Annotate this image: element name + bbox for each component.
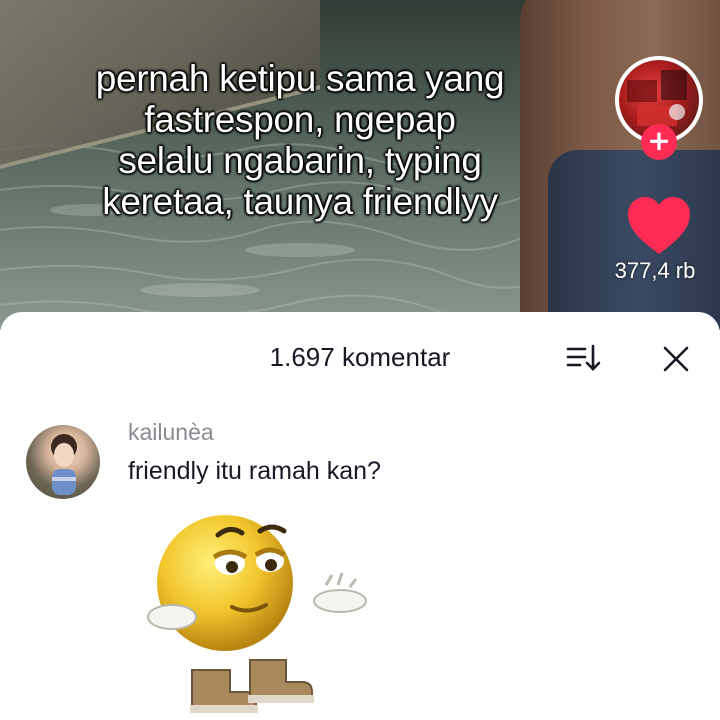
caption-line-1: pernah ketipu sama yang	[95, 58, 505, 99]
video-player[interactable]: pernah ketipu sama yang fastrespon, ngep…	[0, 0, 720, 330]
like-count: 377,4 rb	[614, 258, 696, 283]
follow-button[interactable]: +	[641, 124, 677, 160]
heart-icon	[628, 197, 690, 254]
child-photo-art	[51, 434, 77, 495]
commenter-avatar[interactable]	[26, 425, 100, 499]
video-caption: pernah ketipu sama yang fastrespon, ngep…	[40, 58, 560, 222]
caption-line-2: fastrespon, ngepap	[144, 99, 456, 140]
comment-text: friendly itu ramah kan?	[128, 457, 381, 485]
comment-username[interactable]: kailunèa	[128, 419, 214, 446]
close-icon[interactable]	[660, 343, 692, 375]
shrugging-emoji-sticker	[147, 515, 367, 713]
caption-line-3: selalu ngabarin, typing	[118, 140, 482, 181]
caption-line-4: keretaa, taunya friendlyy	[102, 181, 498, 222]
comments-count-title: 1.697 komentar	[269, 342, 451, 372]
sort-icon[interactable]	[565, 342, 603, 374]
like-button[interactable]	[626, 196, 692, 256]
